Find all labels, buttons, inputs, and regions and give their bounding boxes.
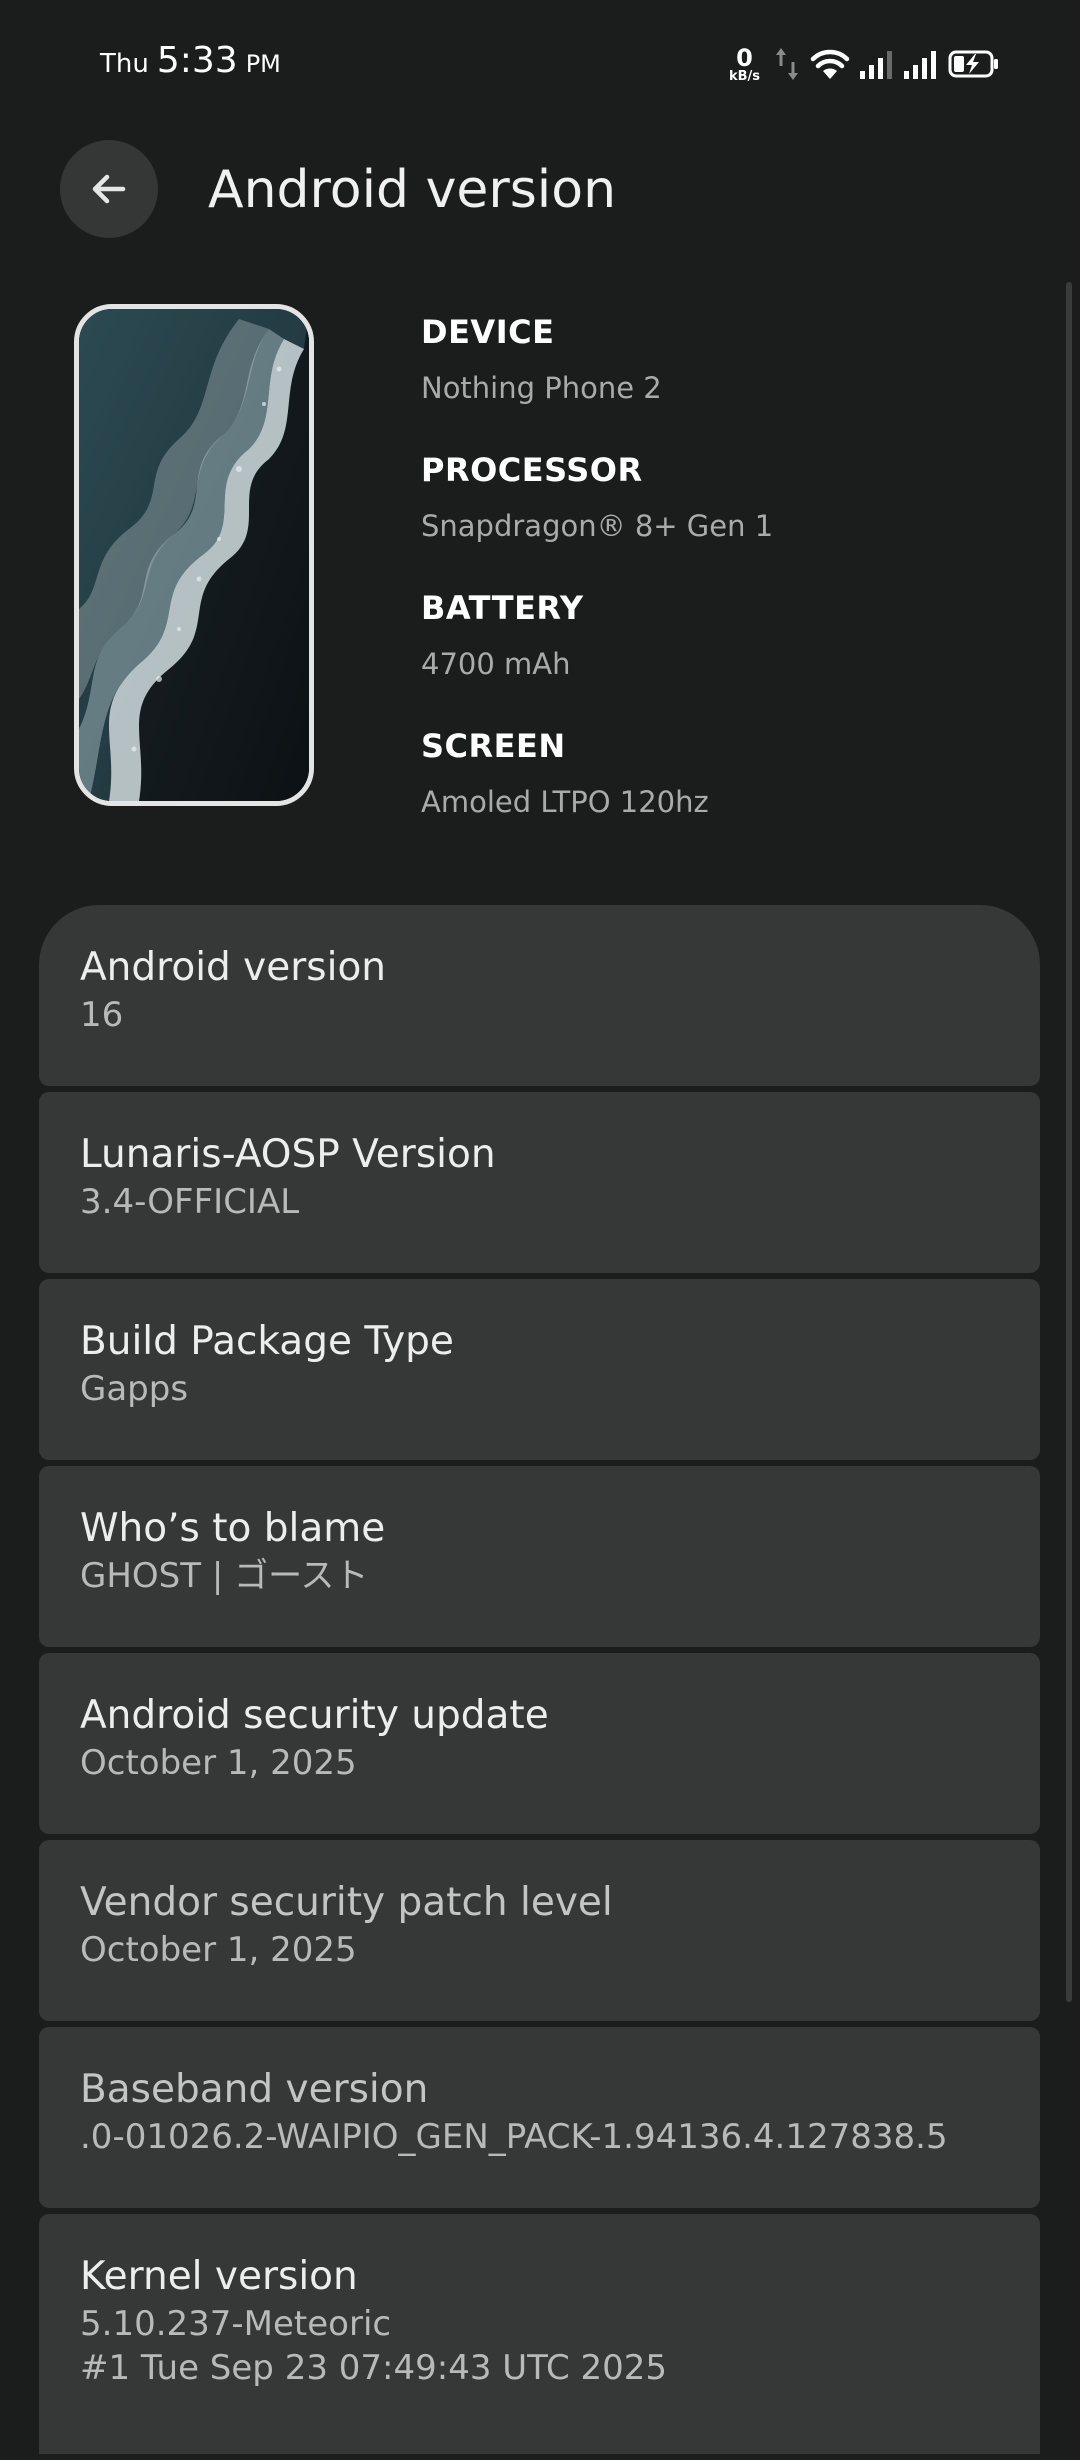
network-speed-value: 0 [736,43,753,72]
phone-preview-image [74,304,314,806]
spec-value: Amoled LTPO 120hz [421,785,709,819]
info-item-title: Vendor security patch level [80,1880,613,1925]
info-item-build-package-type[interactable]: Build Package Type Gapps [39,1279,1040,1460]
info-item-rom-version[interactable]: Lunaris-AOSP Version 3.4-OFFICIAL [39,1092,1040,1273]
spec-device: DEVICE Nothing Phone 2 [421,312,1041,408]
spec-battery: BATTERY 4700 mAh [421,588,1041,684]
status-ampm: PM [245,50,281,78]
spec-label: SCREEN [421,727,566,765]
info-item-security-update[interactable]: Android security update October 1, 2025 [39,1653,1040,1834]
info-item-title: Android version [80,945,387,990]
status-icons: 0 kB/s [729,42,1000,86]
info-list: Android version 16 Lunaris-AOSP Version … [39,905,1040,2460]
info-item-value: 3.4-OFFICIAL [80,1182,300,1222]
info-item-value: October 1, 2025 [80,1743,357,1783]
info-item-title: Android security update [80,1693,549,1738]
network-speed: 0 kB/s [729,46,760,83]
status-time: 5:33 [156,40,238,81]
info-item-title: Baseband version [80,2067,429,2112]
info-item-maintainer[interactable]: Who’s to blame GHOST | ゴースト [39,1466,1040,1647]
info-item-baseband: Baseband version .0-01026.2-WAIPIO_GEN_P… [39,2027,1040,2208]
signal-sim2-icon [904,51,936,79]
wifi-icon [810,49,850,79]
info-item-title: Lunaris-AOSP Version [80,1132,496,1177]
info-item-value: GHOST | ゴースト [80,1556,369,1596]
info-item-android-version[interactable]: Android version 16 [39,905,1040,1086]
spec-screen: SCREEN Amoled LTPO 120hz [421,726,1041,822]
network-speed-unit: kB/s [728,68,760,84]
status-bar: Thu 5:33 PM 0 kB/s [0,0,1080,130]
spec-value: Nothing Phone 2 [421,371,662,405]
spec-label: BATTERY [421,589,584,627]
arrow-left-icon [92,174,126,204]
info-item-vendor-patch: Vendor security patch level October 1, 2… [39,1840,1040,2021]
status-clock: Thu 5:33 PM [100,40,281,81]
info-item-value: .0-01026.2-WAIPIO_GEN_PACK-1.94136.4.127… [80,2117,948,2157]
info-item-value: October 1, 2025 [80,1930,357,1970]
scrollbar[interactable] [1066,282,1072,2002]
back-button[interactable] [60,140,158,238]
info-item-value: Gapps [80,1369,189,1409]
info-item-value: 5.10.237-Meteoric #1 Tue Sep 23 07:49:43… [80,2304,668,2388]
data-transfer-arrows-icon [776,48,798,80]
page-title: Android version [208,160,617,220]
info-item-value: 16 [80,995,124,1035]
status-day: Thu [100,49,149,79]
info-item-title: Build Package Type [80,1319,454,1364]
info-item-title: Kernel version [80,2254,358,2299]
spec-value: Snapdragon® 8+ Gen 1 [421,509,774,543]
signal-sim1-icon [860,51,892,79]
spec-label: PROCESSOR [421,451,643,489]
spec-label: DEVICE [421,313,555,351]
info-item-kernel[interactable]: Kernel version 5.10.237-Meteoric #1 Tue … [39,2214,1040,2454]
info-item-title: Who’s to blame [80,1506,386,1551]
phone-wallpaper-beach-waves [79,309,309,801]
battery-charging-icon [948,50,998,78]
spec-processor: PROCESSOR Snapdragon® 8+ Gen 1 [421,450,1041,546]
spec-value: 4700 mAh [421,647,571,681]
